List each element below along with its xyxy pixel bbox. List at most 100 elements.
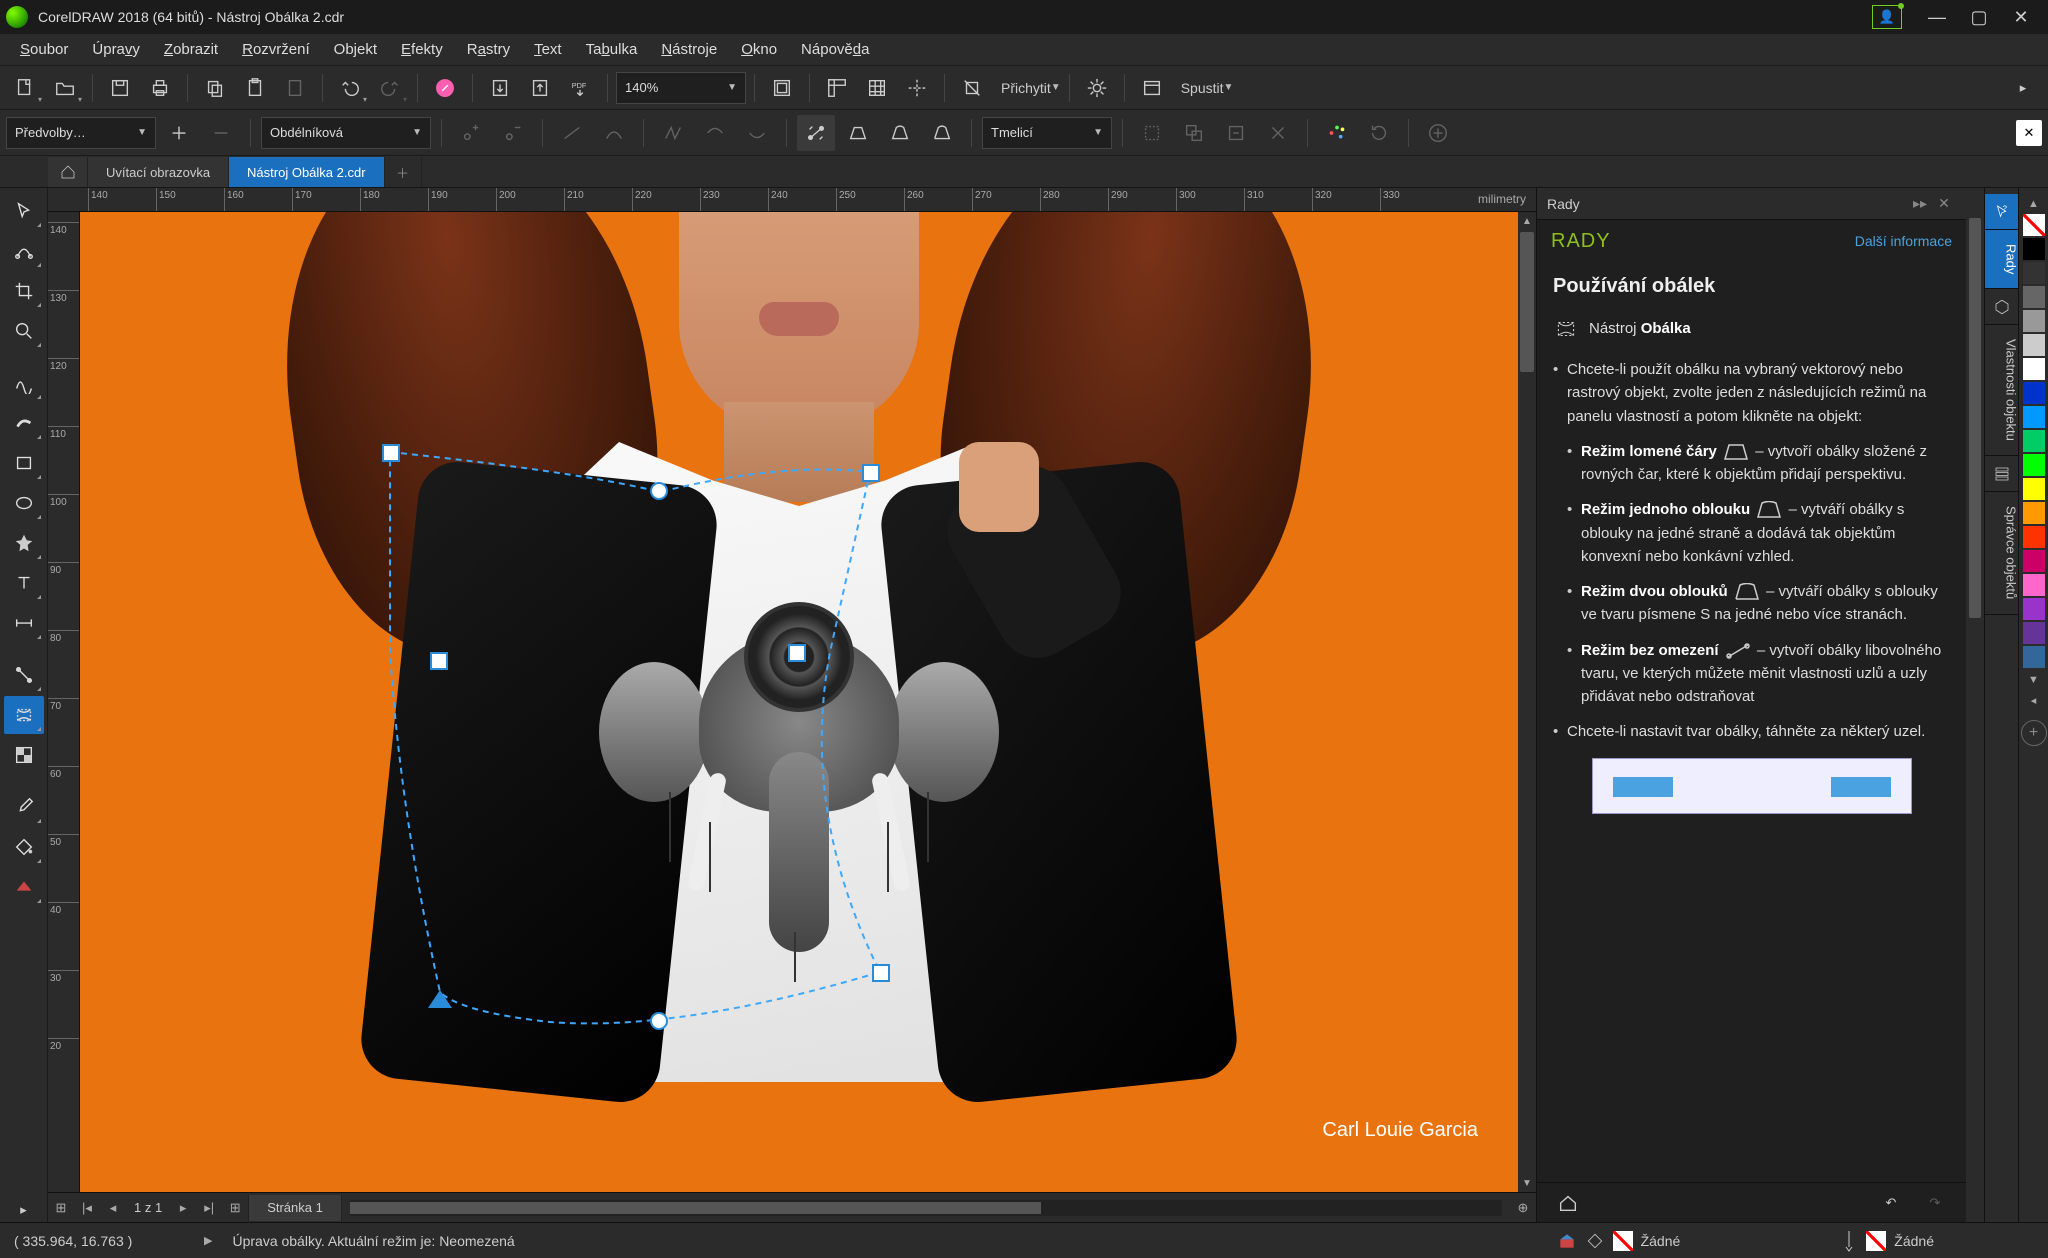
horizontal-scrollbar[interactable]: [350, 1200, 1502, 1216]
tool-eyedropper[interactable]: [4, 788, 44, 826]
envelope-presets-dropdown[interactable]: Předvolby…▼: [6, 117, 156, 149]
close-docker-x[interactable]: ✕: [2016, 120, 2042, 146]
page-add-after[interactable]: ⊞: [222, 1195, 248, 1221]
sign-in-button[interactable]: 👤: [1872, 5, 1902, 29]
ruler-vertical[interactable]: 1401301201101009080706050403020: [48, 212, 80, 1192]
menu-okno[interactable]: Okno: [731, 37, 787, 62]
menu-rastry[interactable]: Rastry: [457, 37, 520, 62]
mapping-mode-dropdown[interactable]: Tmelicí▼: [982, 117, 1112, 149]
color-swatch[interactable]: [2023, 550, 2045, 572]
copy-button[interactable]: [196, 70, 234, 106]
tool-envelope[interactable]: [4, 696, 44, 734]
zoom-level-dropdown[interactable]: 140%▼: [616, 72, 746, 104]
envelope-node[interactable]: [788, 644, 806, 662]
new-document-button[interactable]: ▾: [6, 70, 44, 106]
menu-upravy[interactable]: Úpravy: [82, 37, 150, 62]
color-swatch[interactable]: [2023, 382, 2045, 404]
double-arc-mode-button[interactable]: [923, 115, 961, 151]
tool-text[interactable]: [4, 564, 44, 602]
vertical-scrollbar[interactable]: ▲ ▼: [1518, 212, 1536, 1192]
menu-zobrazit[interactable]: Zobrazit: [154, 37, 228, 62]
zoom-fit-button[interactable]: ⊕: [1510, 1195, 1536, 1221]
tab-add-button[interactable]: ＋: [385, 157, 422, 187]
fill-indicator[interactable]: Žádné: [1557, 1231, 1681, 1251]
docker-close-button[interactable]: ✕: [1932, 195, 1956, 212]
menu-soubor[interactable]: Soubor: [10, 37, 78, 62]
show-grid-button[interactable]: [858, 70, 896, 106]
import-button[interactable]: [481, 70, 519, 106]
color-swatch[interactable]: [2023, 526, 2045, 548]
tab-document[interactable]: Nástroj Obálka 2.cdr: [229, 157, 385, 187]
search-content-button[interactable]: [426, 70, 464, 106]
docker-tab-object-manager[interactable]: Správce objektů: [1985, 492, 2019, 614]
print-button[interactable]: [141, 70, 179, 106]
tool-zoom[interactable]: [4, 312, 44, 350]
maximize-button[interactable]: ▢: [1958, 0, 2000, 34]
color-swatch[interactable]: [2023, 430, 2045, 452]
palette-add-color[interactable]: +: [2021, 720, 2047, 746]
options-button[interactable]: [1078, 70, 1116, 106]
palette-expand[interactable]: ◂: [2019, 690, 2048, 710]
docker-tab-hints-icon[interactable]: ?: [1985, 194, 2019, 230]
tool-transparency[interactable]: [4, 736, 44, 774]
hints-back-button[interactable]: ↶: [1872, 1185, 1910, 1221]
tool-ellipse[interactable]: [4, 484, 44, 522]
tool-rectangle[interactable]: [4, 444, 44, 482]
tool-pick[interactable]: [4, 192, 44, 230]
envelope-node[interactable]: [650, 1012, 668, 1030]
ruler-horizontal[interactable]: milimetry 140150160170180190200210220230…: [48, 188, 1536, 212]
docker-tab-props-icon[interactable]: [1985, 289, 2019, 325]
tool-artistic-media[interactable]: [4, 404, 44, 442]
envelope-node[interactable]: [428, 978, 452, 1008]
more-info-link[interactable]: Další informace: [1855, 232, 1952, 250]
color-swatch[interactable]: [2023, 358, 2045, 380]
menu-text[interactable]: Text: [524, 37, 572, 62]
palette-scroll-down[interactable]: ▼: [2019, 670, 2048, 690]
color-swatch[interactable]: [2023, 598, 2045, 620]
envelope-node[interactable]: [872, 964, 890, 982]
fullscreen-preview-button[interactable]: [763, 70, 801, 106]
menu-nastroje[interactable]: Nástroje: [651, 37, 727, 62]
tool-dimension[interactable]: [4, 604, 44, 642]
save-button[interactable]: [101, 70, 139, 106]
tool-polygon[interactable]: [4, 524, 44, 562]
palette-no-color[interactable]: [2023, 214, 2045, 236]
docker-tab-object-properties[interactable]: Vlastnosti objektu: [1985, 325, 2019, 456]
add-preset-button[interactable]: [160, 115, 198, 151]
unconstrained-mode-button[interactable]: [797, 115, 835, 151]
outline-indicator[interactable]: Žádné: [1840, 1229, 1934, 1253]
tool-crop[interactable]: [4, 272, 44, 310]
tab-welcome[interactable]: Uvítací obrazovka: [88, 157, 229, 187]
tool-fill[interactable]: [4, 828, 44, 866]
hints-home-button[interactable]: [1549, 1185, 1587, 1221]
sparkle-button[interactable]: [1318, 115, 1356, 151]
color-swatch[interactable]: [2023, 574, 2045, 596]
menu-tabulka[interactable]: Tabulka: [576, 37, 648, 62]
snap-off-button[interactable]: [953, 70, 991, 106]
color-swatch[interactable]: [2023, 646, 2045, 668]
menu-rozvrzeni[interactable]: Rozvržení: [232, 37, 320, 62]
snap-label[interactable]: Přichytit: [993, 80, 1059, 96]
page-next[interactable]: ▸: [170, 1195, 196, 1221]
page-last[interactable]: ▸|: [196, 1195, 222, 1221]
color-swatch[interactable]: [2023, 478, 2045, 500]
color-swatch[interactable]: [2023, 238, 2045, 260]
tool-shape[interactable]: [4, 232, 44, 270]
color-swatch[interactable]: [2023, 262, 2045, 284]
launcher-icon[interactable]: [1133, 70, 1171, 106]
page-tab[interactable]: Stránka 1: [248, 1195, 342, 1221]
envelope-node[interactable]: [430, 652, 448, 670]
page-prev[interactable]: ◂: [100, 1195, 126, 1221]
menu-objekt[interactable]: Objekt: [324, 37, 387, 62]
color-swatch[interactable]: [2023, 622, 2045, 644]
menu-efekty[interactable]: Efekty: [391, 37, 453, 62]
menu-napoveda[interactable]: Nápověda: [791, 37, 879, 62]
tool-connector[interactable]: [4, 656, 44, 694]
docker-collapse-button[interactable]: ▸▸: [1908, 195, 1932, 212]
single-arc-mode-button[interactable]: [881, 115, 919, 151]
show-rulers-button[interactable]: [818, 70, 856, 106]
page-first[interactable]: |◂: [74, 1195, 100, 1221]
page-add-before[interactable]: ⊞: [48, 1195, 74, 1221]
color-swatch[interactable]: [2023, 502, 2045, 524]
publish-pdf-button[interactable]: PDF: [561, 70, 599, 106]
